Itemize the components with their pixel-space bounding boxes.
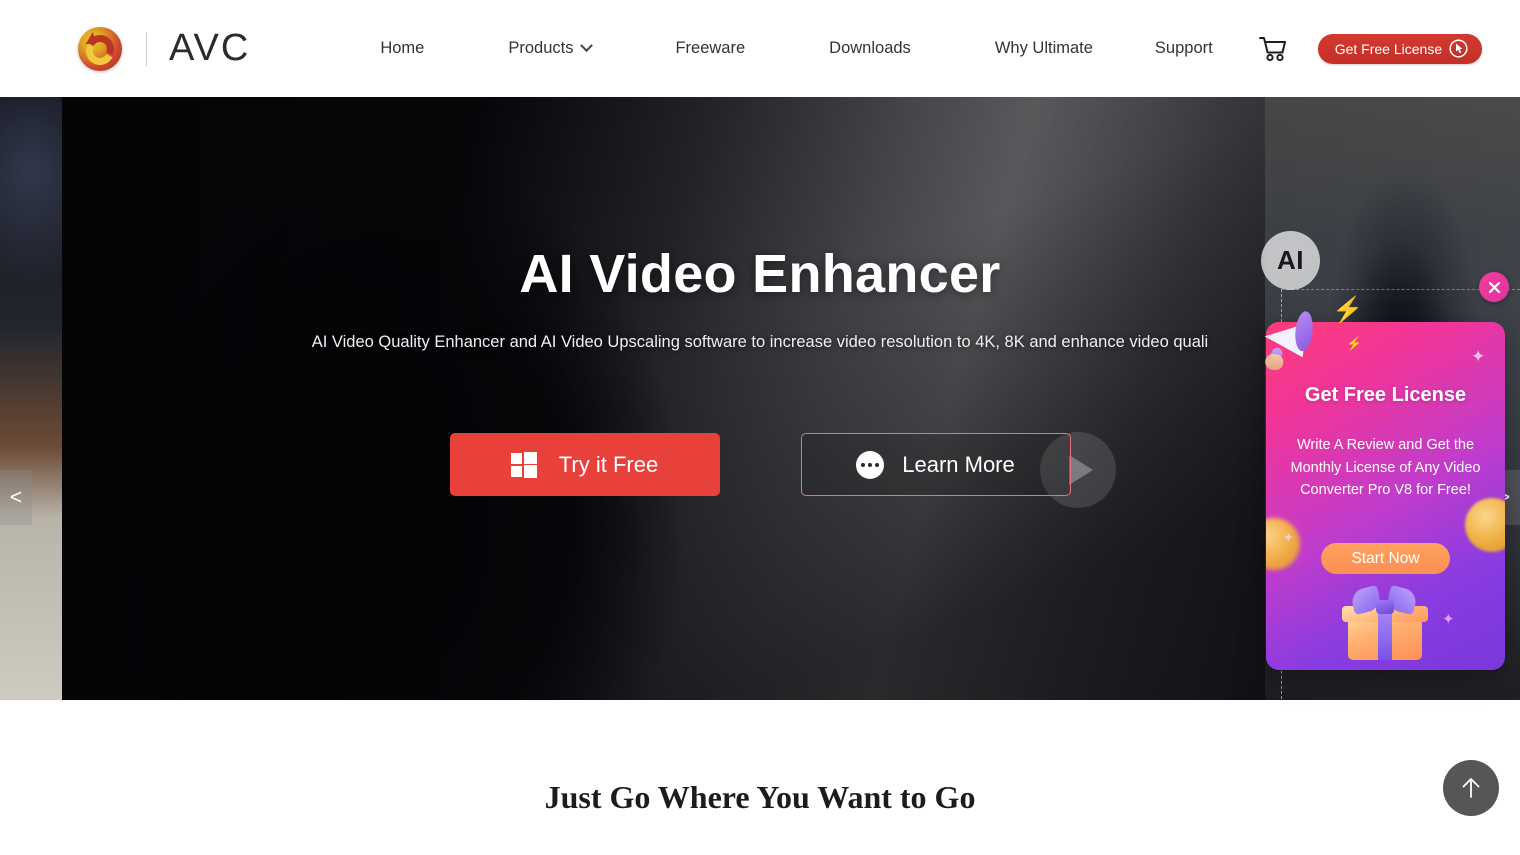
nav-item-home[interactable]: Home — [380, 39, 424, 58]
popup-title: Get Free License — [1304, 384, 1467, 406]
popup-description: Write A Review and Get the Monthly Licen… — [1290, 437, 1481, 498]
try-it-free-label: Try it Free — [558, 451, 659, 477]
shopping-cart-icon — [1258, 36, 1286, 61]
nav-label-products: Products — [508, 39, 574, 57]
try-it-free-button[interactable]: Try it Free — [449, 433, 720, 496]
logo[interactable]: AVC — [78, 26, 251, 71]
nav-item-downloads[interactable]: Downloads — [829, 39, 911, 58]
start-now-label: Start Now — [1351, 549, 1420, 567]
click-cursor-icon — [1449, 39, 1468, 58]
carousel-prev-button[interactable]: < — [0, 470, 32, 525]
nav-label-why-ultimate: Why Ultimate — [994, 39, 1093, 57]
arrow-up-icon — [1462, 778, 1480, 798]
popup-close-button[interactable] — [1479, 272, 1509, 302]
brand-name: AVC — [169, 27, 251, 69]
sparkle-icon-1: ✦ — [1471, 347, 1486, 366]
nav-item-products[interactable]: Products — [508, 39, 594, 58]
logo-divider — [146, 31, 147, 66]
nav-label-freeware: Freeware — [675, 39, 746, 57]
close-icon — [1488, 281, 1500, 293]
nav-label-home: Home — [380, 39, 425, 57]
nav-label-downloads: Downloads — [829, 39, 911, 57]
previous-slide-sliver — [0, 97, 62, 700]
hero-actions: Try it Free Learn More — [449, 433, 1071, 496]
chevron-down-icon — [580, 39, 594, 53]
three-dots-icon — [856, 450, 885, 479]
lightning-bolt-icon-large: ⚡ — [1332, 296, 1364, 324]
nav-item-support[interactable]: Support — [1155, 39, 1213, 58]
learn-more-button[interactable]: Learn More — [800, 433, 1071, 496]
site-header: AVC Home Products Freeware Downloads Why… — [0, 0, 1520, 97]
gift-box-icon — [1340, 584, 1432, 664]
ai-badge: AI — [1261, 231, 1320, 290]
megaphone-icon — [1252, 296, 1330, 374]
get-free-license-popup: ✦ ✦ ✦ ⚡ ⚡ Get Free License Write A Revie… — [1262, 272, 1509, 670]
nav-item-freeware[interactable]: Freeware — [675, 39, 745, 58]
content-section: Just Go Where You Want to Go — [0, 700, 1520, 855]
avc-logo-icon — [78, 26, 122, 71]
start-now-button[interactable]: Start Now — [1321, 543, 1450, 574]
page-root: AVC Home Products Freeware Downloads Why… — [0, 0, 1520, 855]
section-heading: Just Go Where You Want to Go — [544, 779, 976, 815]
sparkle-icon-2: ✦ — [1283, 530, 1294, 545]
main-nav: Home Products Freeware Downloads Why Ult… — [380, 33, 1483, 64]
nav-label-support: Support — [1154, 39, 1213, 57]
nav-item-why-ultimate[interactable]: Why Ultimate — [995, 39, 1093, 58]
get-free-license-label: Get Free License — [1334, 40, 1443, 57]
play-icon — [1069, 455, 1093, 485]
back-to-top-button[interactable] — [1443, 760, 1499, 816]
lightning-bolt-icon-small: ⚡ — [1346, 336, 1363, 351]
get-free-license-button[interactable]: Get Free License — [1317, 33, 1483, 64]
coin-decoration-right — [1465, 498, 1505, 552]
windows-icon — [510, 451, 537, 478]
cart-button[interactable] — [1258, 36, 1287, 62]
sparkle-icon-3: ✦ — [1442, 611, 1455, 628]
learn-more-label: Learn More — [902, 451, 1015, 477]
